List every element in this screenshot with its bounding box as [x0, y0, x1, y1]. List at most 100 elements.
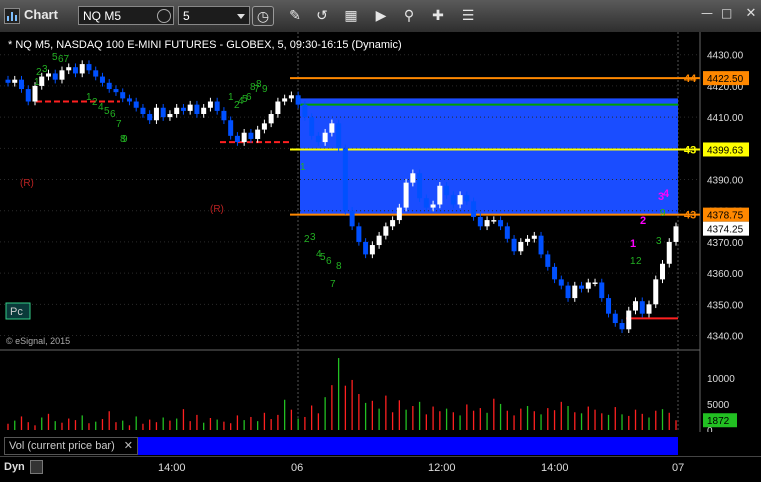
candle	[309, 117, 315, 136]
count-label: 9	[122, 134, 128, 145]
close-icon[interactable]: ✕	[124, 439, 133, 452]
chevron-down-icon	[237, 14, 245, 19]
candle	[214, 101, 220, 111]
candle	[417, 173, 423, 199]
volume-label: Vol (current price bar)	[9, 440, 115, 452]
candle	[25, 89, 31, 102]
count-label: 7	[254, 84, 260, 95]
minimize-icon[interactable]: —	[701, 6, 715, 20]
candle	[147, 114, 153, 121]
candle	[336, 123, 342, 149]
candle	[66, 67, 72, 71]
volume-tick: 5000	[707, 400, 730, 411]
r-marker: (R)	[20, 178, 34, 189]
candle	[12, 79, 18, 83]
refresh-icon[interactable]	[157, 9, 171, 23]
chart-svg: 12 35 6781 2 4 5 678987 91245612 345 678 1 2391234 …	[0, 32, 761, 437]
count-label-magenta: 1	[630, 238, 636, 250]
calendar-icon[interactable]: ▦	[340, 6, 362, 26]
candle	[5, 79, 11, 83]
orange-mid-price-tag: 4378.75	[707, 211, 744, 222]
count-label-magenta: 2	[640, 215, 646, 227]
candle	[140, 107, 146, 114]
candle	[639, 301, 645, 314]
candle	[59, 70, 65, 80]
level-label: 43	[684, 210, 696, 222]
candle	[113, 89, 119, 93]
pencil-icon[interactable]: ✎	[284, 6, 306, 26]
candle	[315, 135, 321, 143]
candle	[437, 185, 443, 205]
candle	[221, 110, 227, 121]
candle	[403, 182, 409, 208]
price-tick: 4340.00	[707, 332, 744, 343]
candle	[511, 238, 517, 252]
candle	[390, 220, 396, 227]
candle	[633, 301, 639, 311]
candle	[612, 313, 618, 324]
chart-header: * NQ M5, NASDAQ 100 E-MINI FUTURES - GLO…	[8, 39, 402, 51]
candle	[18, 79, 24, 90]
chart-app-icon	[4, 8, 20, 24]
candle	[180, 107, 186, 111]
candle	[565, 285, 571, 299]
close-icon[interactable]: ✕	[745, 7, 757, 20]
candle	[538, 235, 544, 255]
time-tick: 06	[291, 462, 304, 474]
candle	[153, 107, 159, 121]
time-tick: 12:00	[428, 462, 456, 474]
clock-icon[interactable]: ◷	[252, 6, 274, 26]
candle	[356, 226, 362, 242]
candle	[531, 235, 537, 239]
link-icon[interactable]: ↺	[311, 6, 333, 26]
price-tick: 4430.00	[707, 51, 744, 62]
count-label: 3	[42, 64, 48, 75]
volume-selection-strip	[138, 437, 678, 455]
window-title: Chart	[24, 7, 58, 22]
candle	[86, 64, 92, 71]
orange-top-price-tag: 4422.50	[707, 74, 744, 85]
symbol-input[interactable]: NQ M5	[78, 6, 174, 25]
dyn-button[interactable]: Dyn	[4, 461, 25, 473]
price-tick: 4350.00	[707, 300, 744, 311]
candle	[504, 226, 510, 239]
candle	[410, 173, 416, 183]
candle	[477, 216, 483, 227]
volume-pane-label[interactable]: Vol (current price bar) ✕	[4, 437, 138, 455]
candle	[376, 235, 382, 246]
maximize-icon[interactable]: □	[721, 6, 735, 20]
candle	[120, 92, 126, 99]
candle	[450, 195, 456, 205]
candle	[133, 101, 139, 108]
candle	[228, 120, 234, 136]
candle	[525, 238, 531, 242]
search-icon[interactable]: ⚲	[398, 6, 420, 26]
yellow-price-tag: 4399.63	[707, 145, 744, 156]
cross-icon[interactable]: ✚	[427, 6, 449, 26]
price-chart-area[interactable]: 1 2 3 5 67 8 1 2 4 5 6 7 8 9 8 7 9 1 2 4 5 6 1 2 3 4 5 6 7 8 1 2 3 9 1 2 3 4 …	[0, 32, 761, 437]
count-label: 9	[660, 208, 666, 219]
copyright-label: © eSignal, 2015	[6, 336, 70, 346]
candle	[106, 82, 112, 90]
candle	[93, 70, 99, 77]
candle	[464, 195, 470, 202]
count-label: 3	[310, 232, 316, 243]
interval-select[interactable]: 5	[178, 6, 250, 25]
price-tick: 4390.00	[707, 176, 744, 187]
candle	[369, 245, 375, 255]
price-tick: 4360.00	[707, 269, 744, 280]
play-icon[interactable]: ▶	[370, 6, 392, 26]
r-marker: (R)	[210, 204, 224, 215]
count-label: 6	[246, 92, 252, 103]
candle	[457, 195, 463, 205]
candle	[194, 104, 200, 114]
candle	[52, 73, 58, 80]
candle	[572, 285, 578, 299]
candle	[673, 226, 679, 242]
candle	[660, 263, 666, 280]
candle	[552, 266, 558, 280]
candle	[606, 298, 612, 314]
news-icon[interactable]: ☰	[457, 6, 479, 26]
candle	[234, 135, 240, 143]
lock-icon[interactable]	[30, 460, 43, 474]
